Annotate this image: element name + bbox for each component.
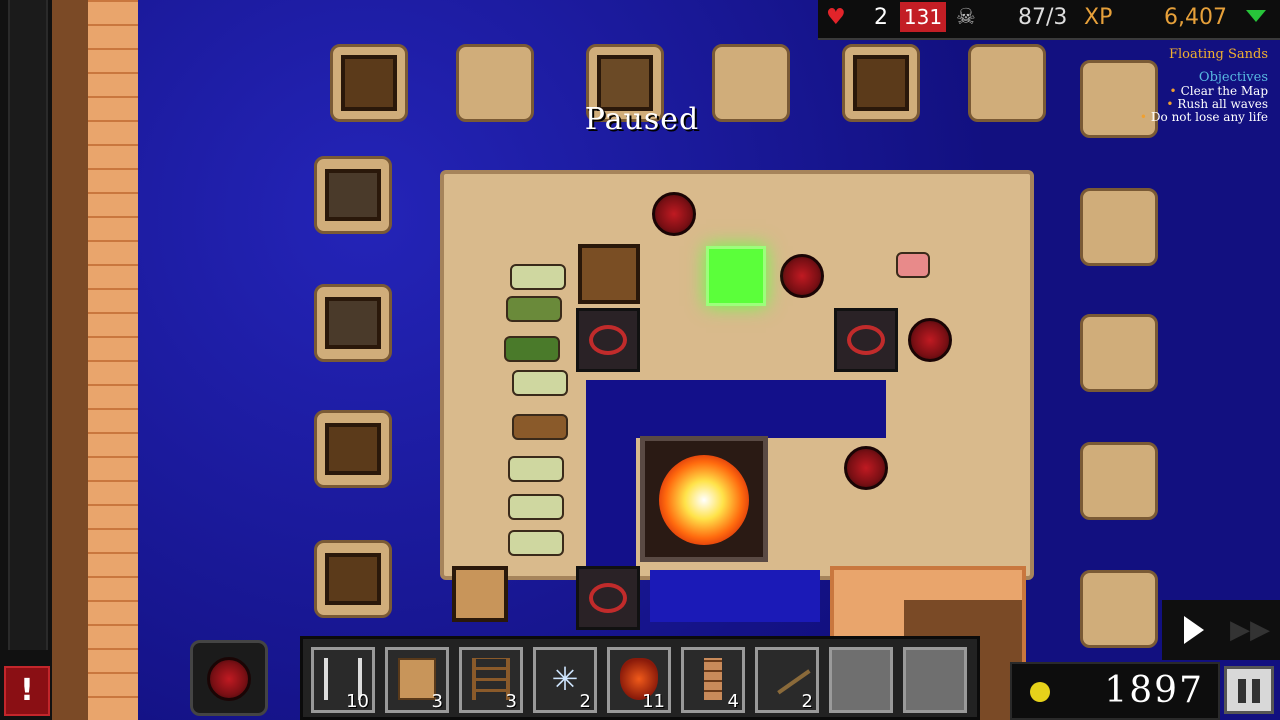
dropdown-arrow-icon[interactable] <box>1246 10 1266 22</box>
enemy-unit <box>506 296 562 322</box>
speed-controls: ▶▶ <box>1162 600 1280 660</box>
objectives-heading: Objectives <box>1198 70 1268 85</box>
slot-count: 4 <box>727 691 739 712</box>
pause-button[interactable] <box>1224 666 1274 714</box>
build-pad[interactable] <box>1080 442 1158 520</box>
build-pad-occupied[interactable] <box>314 284 392 362</box>
enemy-unit <box>508 530 564 556</box>
toolbar-slot-frost-tower[interactable]: ✳ 2 <box>533 647 597 713</box>
water-channel <box>586 380 886 438</box>
frost-icon: ✳ <box>551 660 579 698</box>
toolbar-slot-fire-helmet[interactable]: 11 <box>607 647 671 713</box>
enemy-unit <box>512 370 568 396</box>
build-pad-occupied[interactable] <box>314 156 392 234</box>
enemy-unit <box>896 252 930 278</box>
slot-count: 3 <box>505 691 517 712</box>
slot-count: 3 <box>431 691 443 712</box>
mine-orb[interactable] <box>652 192 696 236</box>
slot-count: 2 <box>579 691 591 712</box>
skull-icon: ☠ <box>956 5 976 30</box>
toolbar-slot-ladder-trap[interactable]: 3 <box>459 647 523 713</box>
left-sidebar: ! <box>0 0 52 720</box>
alert-button[interactable]: ! <box>4 666 50 716</box>
crossbow-icon <box>763 649 811 695</box>
gold-panel: 1897 <box>1010 662 1220 720</box>
build-pad-occupied[interactable] <box>330 44 408 122</box>
wooden-block-tower[interactable] <box>578 244 640 304</box>
spike-tower[interactable] <box>576 308 640 372</box>
toolbar-slot-crate-wall[interactable]: 3 <box>385 647 449 713</box>
slot-count: 2 <box>801 691 813 712</box>
water-pool <box>650 570 820 622</box>
lives-count: 2 <box>874 5 888 30</box>
crate-icon <box>398 658 436 700</box>
mine-orb[interactable] <box>844 446 888 490</box>
mine-orb[interactable] <box>780 254 824 298</box>
sidebar-stripe <box>8 0 48 650</box>
gold-amount: 1897 <box>1104 670 1204 711</box>
objective-item: • Rush all waves <box>1166 97 1268 111</box>
brick-wall <box>52 0 138 720</box>
totem-icon <box>704 658 722 700</box>
kill-counter: 87/3 <box>1018 5 1068 30</box>
enemy-unit <box>510 264 566 290</box>
pause-icon <box>1252 679 1260 703</box>
toolbar-slot-crossbow[interactable]: 2 <box>755 647 819 713</box>
play-icon[interactable] <box>1184 616 1204 644</box>
build-pad[interactable] <box>1080 314 1158 392</box>
ladder-icon <box>472 658 510 700</box>
crate-block[interactable] <box>452 566 508 622</box>
mine-orb[interactable] <box>908 318 952 362</box>
water-channel <box>586 438 636 568</box>
coin-icon <box>1030 682 1050 702</box>
objective-item: • Do not lose any life <box>1139 110 1268 124</box>
placement-cursor[interactable] <box>706 246 766 306</box>
build-pad[interactable] <box>1080 188 1158 266</box>
build-pad[interactable] <box>968 44 1046 122</box>
build-pad[interactable] <box>712 44 790 122</box>
explosion-trap[interactable] <box>640 436 768 562</box>
build-pad[interactable] <box>1080 570 1158 648</box>
pause-icon <box>1238 679 1246 703</box>
wave-counter: 131 <box>900 2 946 32</box>
toolbar-slot-totem[interactable]: 4 <box>681 647 745 713</box>
enemy-unit <box>508 494 564 520</box>
top-hud: ♥ 2 131 ☠ 87/3 XP 6,407 <box>818 0 1280 40</box>
enemy-unit <box>512 414 568 440</box>
build-pad[interactable] <box>456 44 534 122</box>
toolbar-slot-arrow-tower[interactable]: 10 <box>311 647 375 713</box>
hero-orb-icon <box>207 657 251 701</box>
slot-count: 11 <box>642 691 665 712</box>
fast-forward-icon[interactable]: ▶▶ <box>1230 616 1270 644</box>
slot-count: 10 <box>346 691 369 712</box>
spike-tower[interactable] <box>576 566 640 630</box>
build-pad[interactable] <box>1080 60 1158 138</box>
xp-label: XP <box>1084 5 1113 30</box>
objective-item: • Clear the Map <box>1169 84 1269 98</box>
enemy-unit <box>508 456 564 482</box>
build-pad-occupied[interactable] <box>314 540 392 618</box>
spike-tower[interactable] <box>834 308 898 372</box>
heart-icon: ♥ <box>826 5 846 30</box>
paused-label: Paused <box>584 102 700 137</box>
build-pad-occupied[interactable] <box>314 410 392 488</box>
build-pad-occupied[interactable] <box>842 44 920 122</box>
xp-value: 6,407 <box>1164 5 1227 30</box>
toolbar-slot-empty[interactable] <box>829 647 893 713</box>
hero-portrait-button[interactable] <box>190 640 268 716</box>
toolbar-slot-empty[interactable] <box>903 647 967 713</box>
enemy-unit <box>504 336 560 362</box>
explosion-icon <box>659 455 749 545</box>
level-title: Floating Sands <box>1169 47 1268 62</box>
brick-wall-bricks <box>88 0 138 720</box>
build-toolbar: 10 3 3 ✳ 2 11 4 2 <box>300 636 980 720</box>
